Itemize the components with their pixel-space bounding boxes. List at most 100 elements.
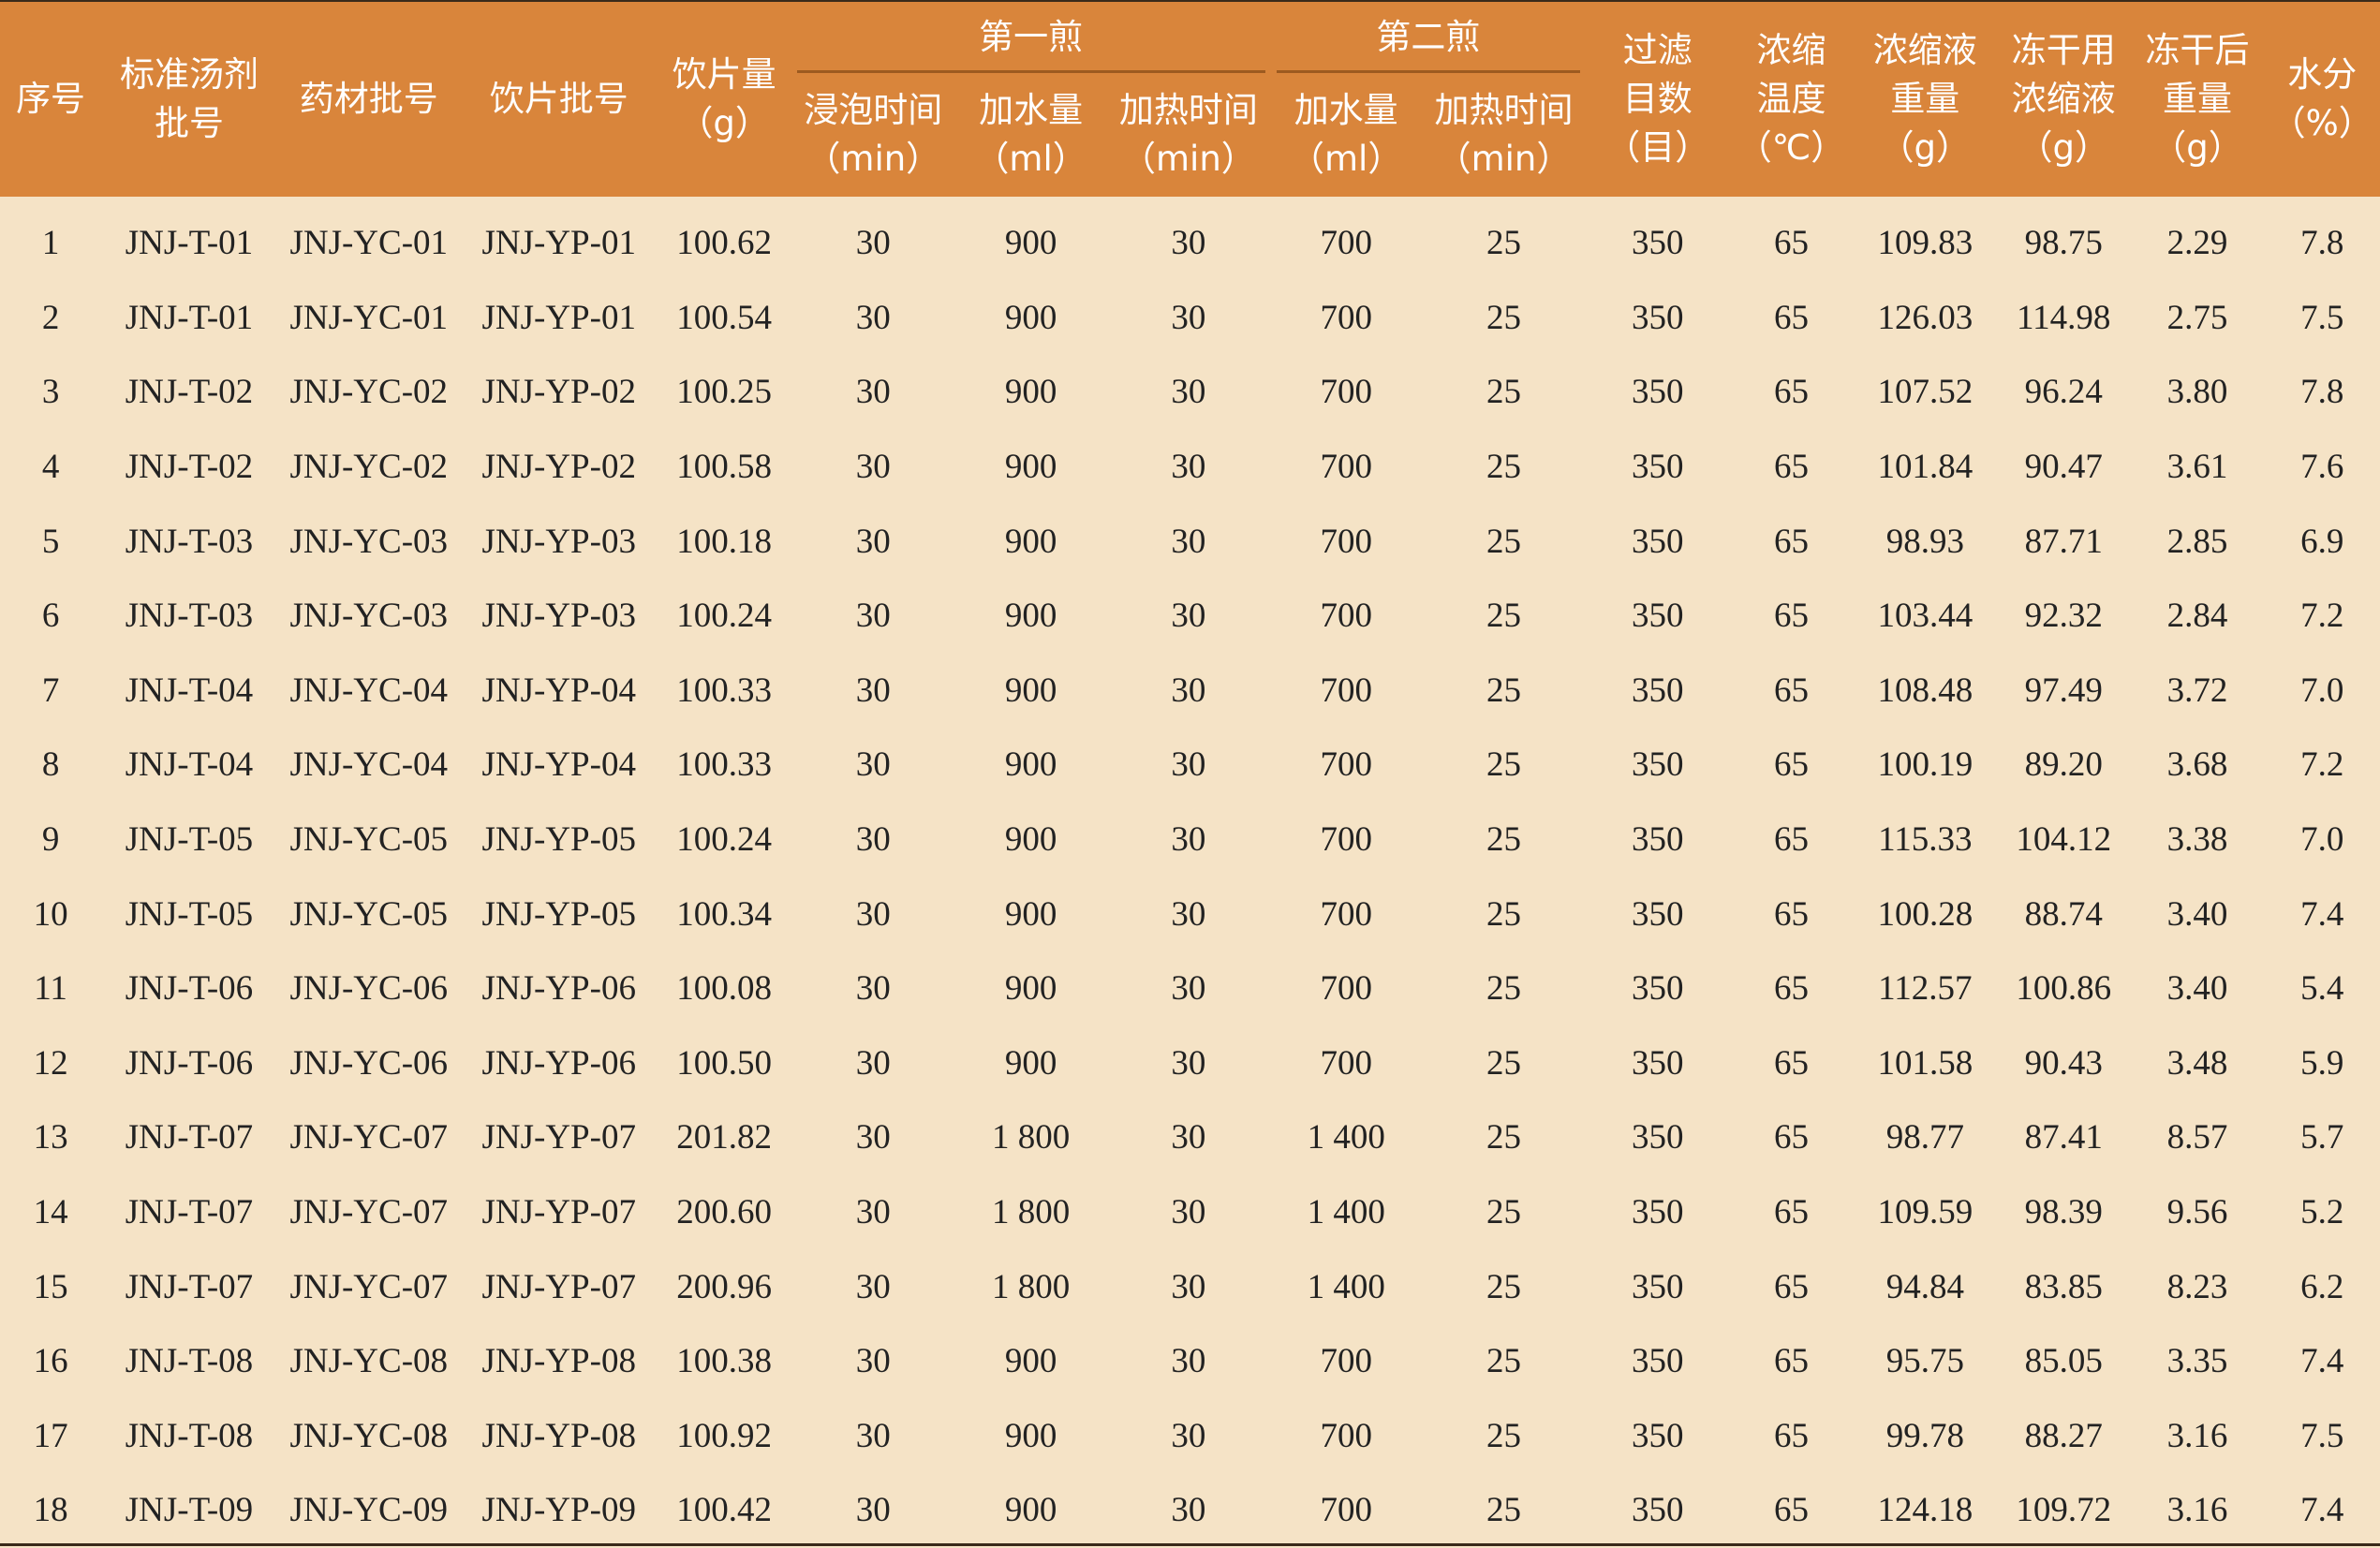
- cell-conc-temp: 65: [1774, 224, 1809, 263]
- cell-slice-batch: JNJ-YP-05: [481, 820, 636, 860]
- cell-std-batch: JNJ-T-07: [125, 1193, 254, 1232]
- cell-conc-temp: 65: [1774, 745, 1809, 785]
- cell-slice-amount: 100.18: [676, 522, 773, 561]
- cell-moisture: 7.5: [2300, 1416, 2344, 1455]
- cell-slice-batch: JNJ-YP-04: [481, 745, 636, 785]
- cell-heat-1: 30: [1171, 1193, 1206, 1232]
- cell-water-1: 900: [1004, 969, 1057, 1009]
- cell-water-2: 700: [1320, 298, 1372, 337]
- cell-heat-1: 30: [1171, 894, 1206, 934]
- cell-freeze-conc: 88.27: [2024, 1416, 2103, 1455]
- cell-slice-batch: JNJ-YP-04: [481, 671, 636, 710]
- cell-filter-mesh: 350: [1631, 1043, 1684, 1083]
- cell-seq: 10: [33, 894, 68, 934]
- cell-after-freeze: 2.29: [2166, 224, 2228, 263]
- cell-heat-1: 30: [1171, 298, 1206, 337]
- cell-freeze-conc: 98.75: [2024, 224, 2103, 263]
- cell-water-2: 700: [1320, 820, 1372, 860]
- cell-herb-batch: JNJ-YC-03: [289, 597, 449, 636]
- cell-freeze-conc: 92.32: [2024, 597, 2103, 636]
- cell-seq: 2: [41, 298, 60, 337]
- cell-conc-weight: 99.78: [1885, 1416, 1964, 1455]
- cell-heat-2: 25: [1486, 894, 1521, 934]
- cell-seq: 7: [41, 671, 60, 710]
- cell-heat-2: 25: [1486, 1491, 1521, 1530]
- cell-herb-batch: JNJ-YC-03: [289, 522, 449, 561]
- cell-water-2: 700: [1320, 448, 1372, 487]
- cell-filter-mesh: 350: [1631, 894, 1684, 934]
- col-header-heat-1: 加热时间 （min）: [1106, 73, 1271, 197]
- cell-water-2: 700: [1320, 597, 1372, 636]
- cell-moisture: 5.7: [2300, 1118, 2344, 1157]
- cell-heat-1: 30: [1171, 671, 1206, 710]
- cell-water-1: 1 800: [991, 1267, 1071, 1306]
- document-page: 序号 标准汤剂 批号 药材批号 饮片批号 饮片量 （g） 第一煎 第二煎 过滤 目数（…: [0, 0, 2380, 1547]
- table-row: 10 JNJ-T-05 JNJ-YC-05 JNJ-YP-05 100.34 30 900 3…: [0, 877, 2380, 951]
- cell-water-1: 1 800: [991, 1193, 1071, 1232]
- cell-water-2: 700: [1320, 522, 1372, 561]
- cell-soak-time: 30: [855, 1118, 891, 1157]
- cell-seq: 13: [33, 1118, 68, 1157]
- cell-std-batch: JNJ-T-05: [125, 894, 254, 934]
- cell-freeze-conc: 109.72: [2016, 1491, 2112, 1530]
- cell-conc-temp: 65: [1774, 522, 1809, 561]
- cell-slice-batch: JNJ-YP-02: [481, 448, 636, 487]
- cell-slice-amount: 100.38: [676, 1342, 773, 1381]
- cell-freeze-conc: 100.86: [2016, 969, 2112, 1009]
- cell-slice-amount: 200.60: [676, 1193, 773, 1232]
- cell-water-1: 900: [1004, 1043, 1057, 1083]
- cell-conc-weight: 115.33: [1878, 820, 1973, 860]
- group-underline: [1276, 70, 1581, 73]
- cell-heat-2: 25: [1486, 969, 1521, 1009]
- cell-conc-weight: 98.93: [1885, 522, 1964, 561]
- cell-conc-weight: 126.03: [1877, 298, 1973, 337]
- cell-std-batch: JNJ-T-09: [125, 1491, 254, 1530]
- cell-conc-weight: 112.57: [1878, 969, 1973, 1009]
- cell-conc-temp: 65: [1774, 448, 1809, 487]
- cell-after-freeze: 3.38: [2166, 820, 2228, 860]
- table-row: 13 JNJ-T-07 JNJ-YC-07 JNJ-YP-07 201.82 30 1 80…: [0, 1100, 2380, 1175]
- cell-seq: 6: [41, 597, 60, 636]
- cell-moisture: 7.2: [2300, 597, 2344, 636]
- cell-water-2: 700: [1320, 894, 1372, 934]
- cell-slice-amount: 100.58: [676, 448, 773, 487]
- cell-soak-time: 30: [855, 894, 891, 934]
- cell-heat-2: 25: [1486, 1043, 1521, 1083]
- table-row: 15 JNJ-T-07 JNJ-YC-07 JNJ-YP-07 200.96 30 1 80…: [0, 1249, 2380, 1324]
- cell-freeze-conc: 87.71: [2024, 522, 2103, 561]
- table-row: 1 JNJ-T-01 JNJ-YC-01 JNJ-YP-01 100.62 30 900 30…: [0, 197, 2380, 281]
- cell-filter-mesh: 350: [1631, 597, 1684, 636]
- cell-seq: 3: [41, 373, 60, 412]
- col-header-std-batch: 标准汤剂 批号: [101, 2, 277, 197]
- col-header-water-2: 加水量 （ml）: [1270, 73, 1422, 197]
- cell-seq: 14: [33, 1193, 68, 1232]
- cell-after-freeze: 3.80: [2166, 373, 2228, 412]
- cell-slice-batch: JNJ-YP-09: [481, 1491, 636, 1530]
- cell-water-1: 900: [1004, 1491, 1057, 1530]
- cell-std-batch: JNJ-T-08: [125, 1342, 254, 1381]
- cell-seq: 4: [41, 448, 60, 487]
- cell-conc-temp: 65: [1774, 1416, 1809, 1455]
- cell-herb-batch: JNJ-YC-09: [289, 1491, 449, 1530]
- cell-filter-mesh: 350: [1631, 373, 1684, 412]
- cell-water-2: 700: [1320, 224, 1372, 263]
- cell-water-2: 1 400: [1307, 1193, 1385, 1232]
- table-row: 5 JNJ-T-03 JNJ-YC-03 JNJ-YP-03 100.18 30 900 30…: [0, 504, 2380, 579]
- cell-std-batch: JNJ-T-03: [125, 522, 254, 561]
- cell-slice-amount: 100.25: [676, 373, 773, 412]
- cell-slice-batch: JNJ-YP-07: [481, 1193, 636, 1232]
- cell-filter-mesh: 350: [1631, 1267, 1684, 1306]
- cell-water-2: 700: [1320, 1342, 1372, 1381]
- col-header-slice-batch: 饮片批号: [460, 2, 658, 197]
- cell-soak-time: 30: [855, 969, 891, 1009]
- table-header: 序号 标准汤剂 批号 药材批号 饮片批号 饮片量 （g） 第一煎 第二煎 过滤 目数（…: [0, 2, 2380, 197]
- cell-soak-time: 30: [855, 298, 891, 337]
- table-row: 7 JNJ-T-04 JNJ-YC-04 JNJ-YP-04 100.33 30 900 30…: [0, 654, 2380, 729]
- cell-moisture: 5.4: [2300, 969, 2344, 1009]
- cell-moisture: 7.8: [2300, 373, 2344, 412]
- cell-slice-batch: JNJ-YP-07: [481, 1267, 636, 1306]
- cell-slice-batch: JNJ-YP-05: [481, 894, 636, 934]
- cell-herb-batch: JNJ-YC-07: [289, 1267, 449, 1306]
- cell-water-1: 900: [1004, 448, 1057, 487]
- cell-freeze-conc: 89.20: [2024, 745, 2103, 785]
